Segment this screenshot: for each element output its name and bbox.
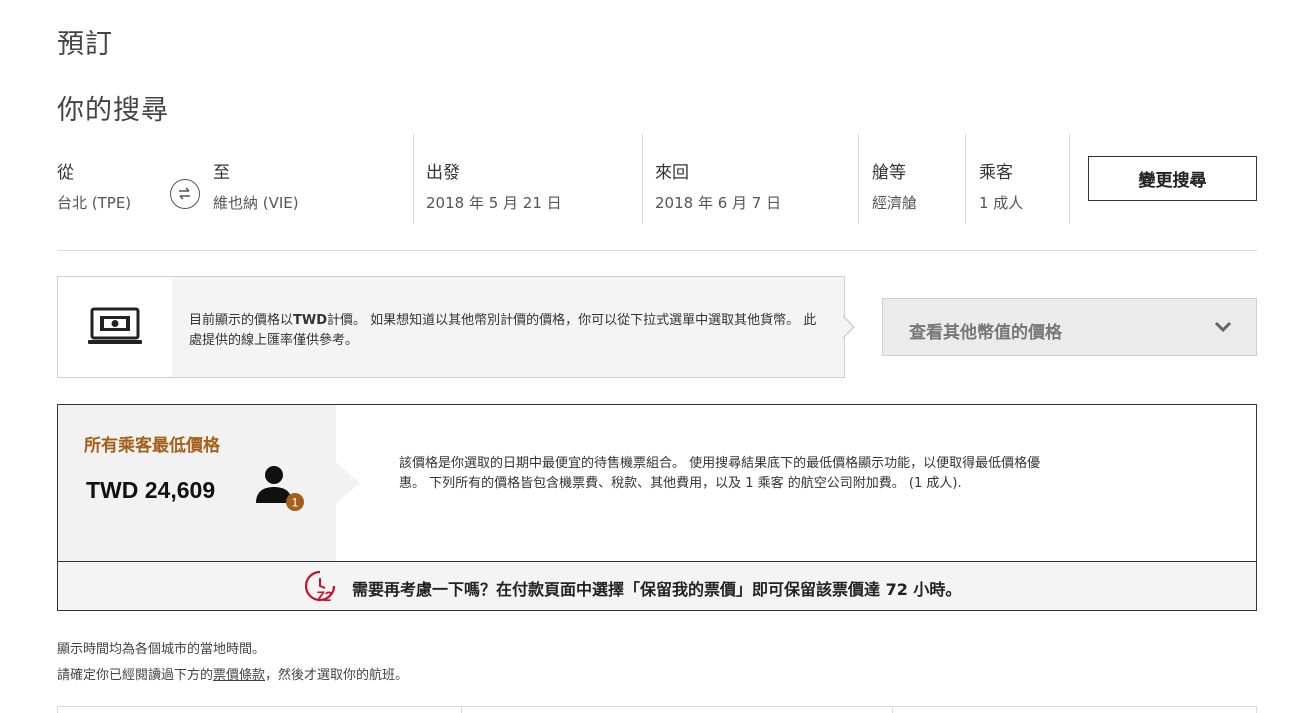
money-laptop-icon (87, 307, 143, 351)
cabin-value: 經濟艙 (872, 194, 918, 212)
return-value: 2018 年 6 月 7 日 (655, 194, 782, 212)
change-search-button[interactable]: 變更搜尋 (1088, 156, 1257, 201)
hold-72-icon: 72 (303, 569, 337, 607)
lowest-price-panel: 所有乘客最低價格 TWD 24,609 1 該價格是你選取的日期中最便宜的待售機… (57, 404, 1257, 611)
passenger-icon: 1 (254, 463, 306, 517)
divider (642, 134, 643, 224)
depart-label: 出發 (426, 163, 460, 183)
depart-value: 2018 年 5 月 21 日 (426, 194, 562, 212)
divider (1256, 707, 1257, 713)
lowest-price-label: 所有乘客最低價格 (84, 436, 220, 456)
fare-terms-link[interactable]: 票價條款 (213, 668, 265, 683)
chevron-down-icon (1214, 317, 1232, 339)
return-label: 來回 (655, 163, 689, 183)
swap-icon (170, 179, 200, 209)
divider (858, 134, 859, 224)
pax-label: 乘客 (979, 163, 1013, 183)
divider (892, 707, 893, 713)
price-pointer (336, 462, 360, 504)
divider (57, 250, 1257, 251)
search-summary: 從 台北 (TPE) 至 維也納 (VIE) 出發 2018 年 5 月 21 … (57, 134, 1257, 224)
page-title: 預訂 (57, 29, 113, 60)
currency-dropdown[interactable]: 查看其他幣值的價格 (882, 298, 1257, 356)
divider (461, 707, 462, 713)
notice-pointer-fill (842, 316, 853, 338)
currency-icon-area (58, 277, 172, 377)
lowest-price-summary: 所有乘客最低價格 TWD 24,609 1 (58, 405, 336, 561)
to-label: 至 (213, 163, 230, 183)
divider (1069, 134, 1070, 224)
svg-text:72: 72 (316, 588, 332, 603)
local-time-note: 顯示時間均為各個城市的當地時間。 (57, 642, 266, 657)
lowest-price-description: 該價格是你選取的日期中最便宜的待售機票組合。 使用搜尋結果底下的最低價格顯示功能… (399, 456, 1041, 491)
pax-value: 1 成人 (979, 194, 1024, 212)
currency-notice-text: 目前顯示的價格以TWD計價。 如果想知道以其他幣別計價的價格，你可以從下拉式選單… (189, 313, 817, 348)
hold-fare-text: 需要再考慮一下嗎？在付款頁面中選擇「保留我的票價」即可保留該票價達 72 小時。 (352, 580, 962, 599)
divider (413, 134, 414, 224)
passenger-count-badge: 1 (292, 496, 299, 510)
from-value: 台北 (TPE) (57, 194, 132, 212)
lowest-price-amount: TWD 24,609 (86, 477, 216, 503)
from-label: 從 (57, 163, 74, 183)
search-title: 你的搜尋 (57, 95, 169, 126)
currency-notice: 目前顯示的價格以TWD計價。 如果想知道以其他幣別計價的價格，你可以從下拉式選單… (57, 276, 845, 378)
currency-dropdown-label: 查看其他幣值的價格 (909, 323, 1062, 343)
divider (965, 134, 966, 224)
fare-terms-note: 請確定你已經閱讀過下方的票價條款，然後才選取你的航班。 (57, 668, 409, 683)
hold-fare-banner: 72 需要再考慮一下嗎？在付款頁面中選擇「保留我的票價」即可保留該票價達 72 … (58, 562, 1256, 610)
currency-code: TWD (293, 313, 328, 328)
cabin-label: 艙等 (872, 163, 906, 183)
divider (57, 707, 58, 713)
to-value: 維也納 (VIE) (213, 194, 299, 212)
flight-table-header (57, 706, 1257, 713)
